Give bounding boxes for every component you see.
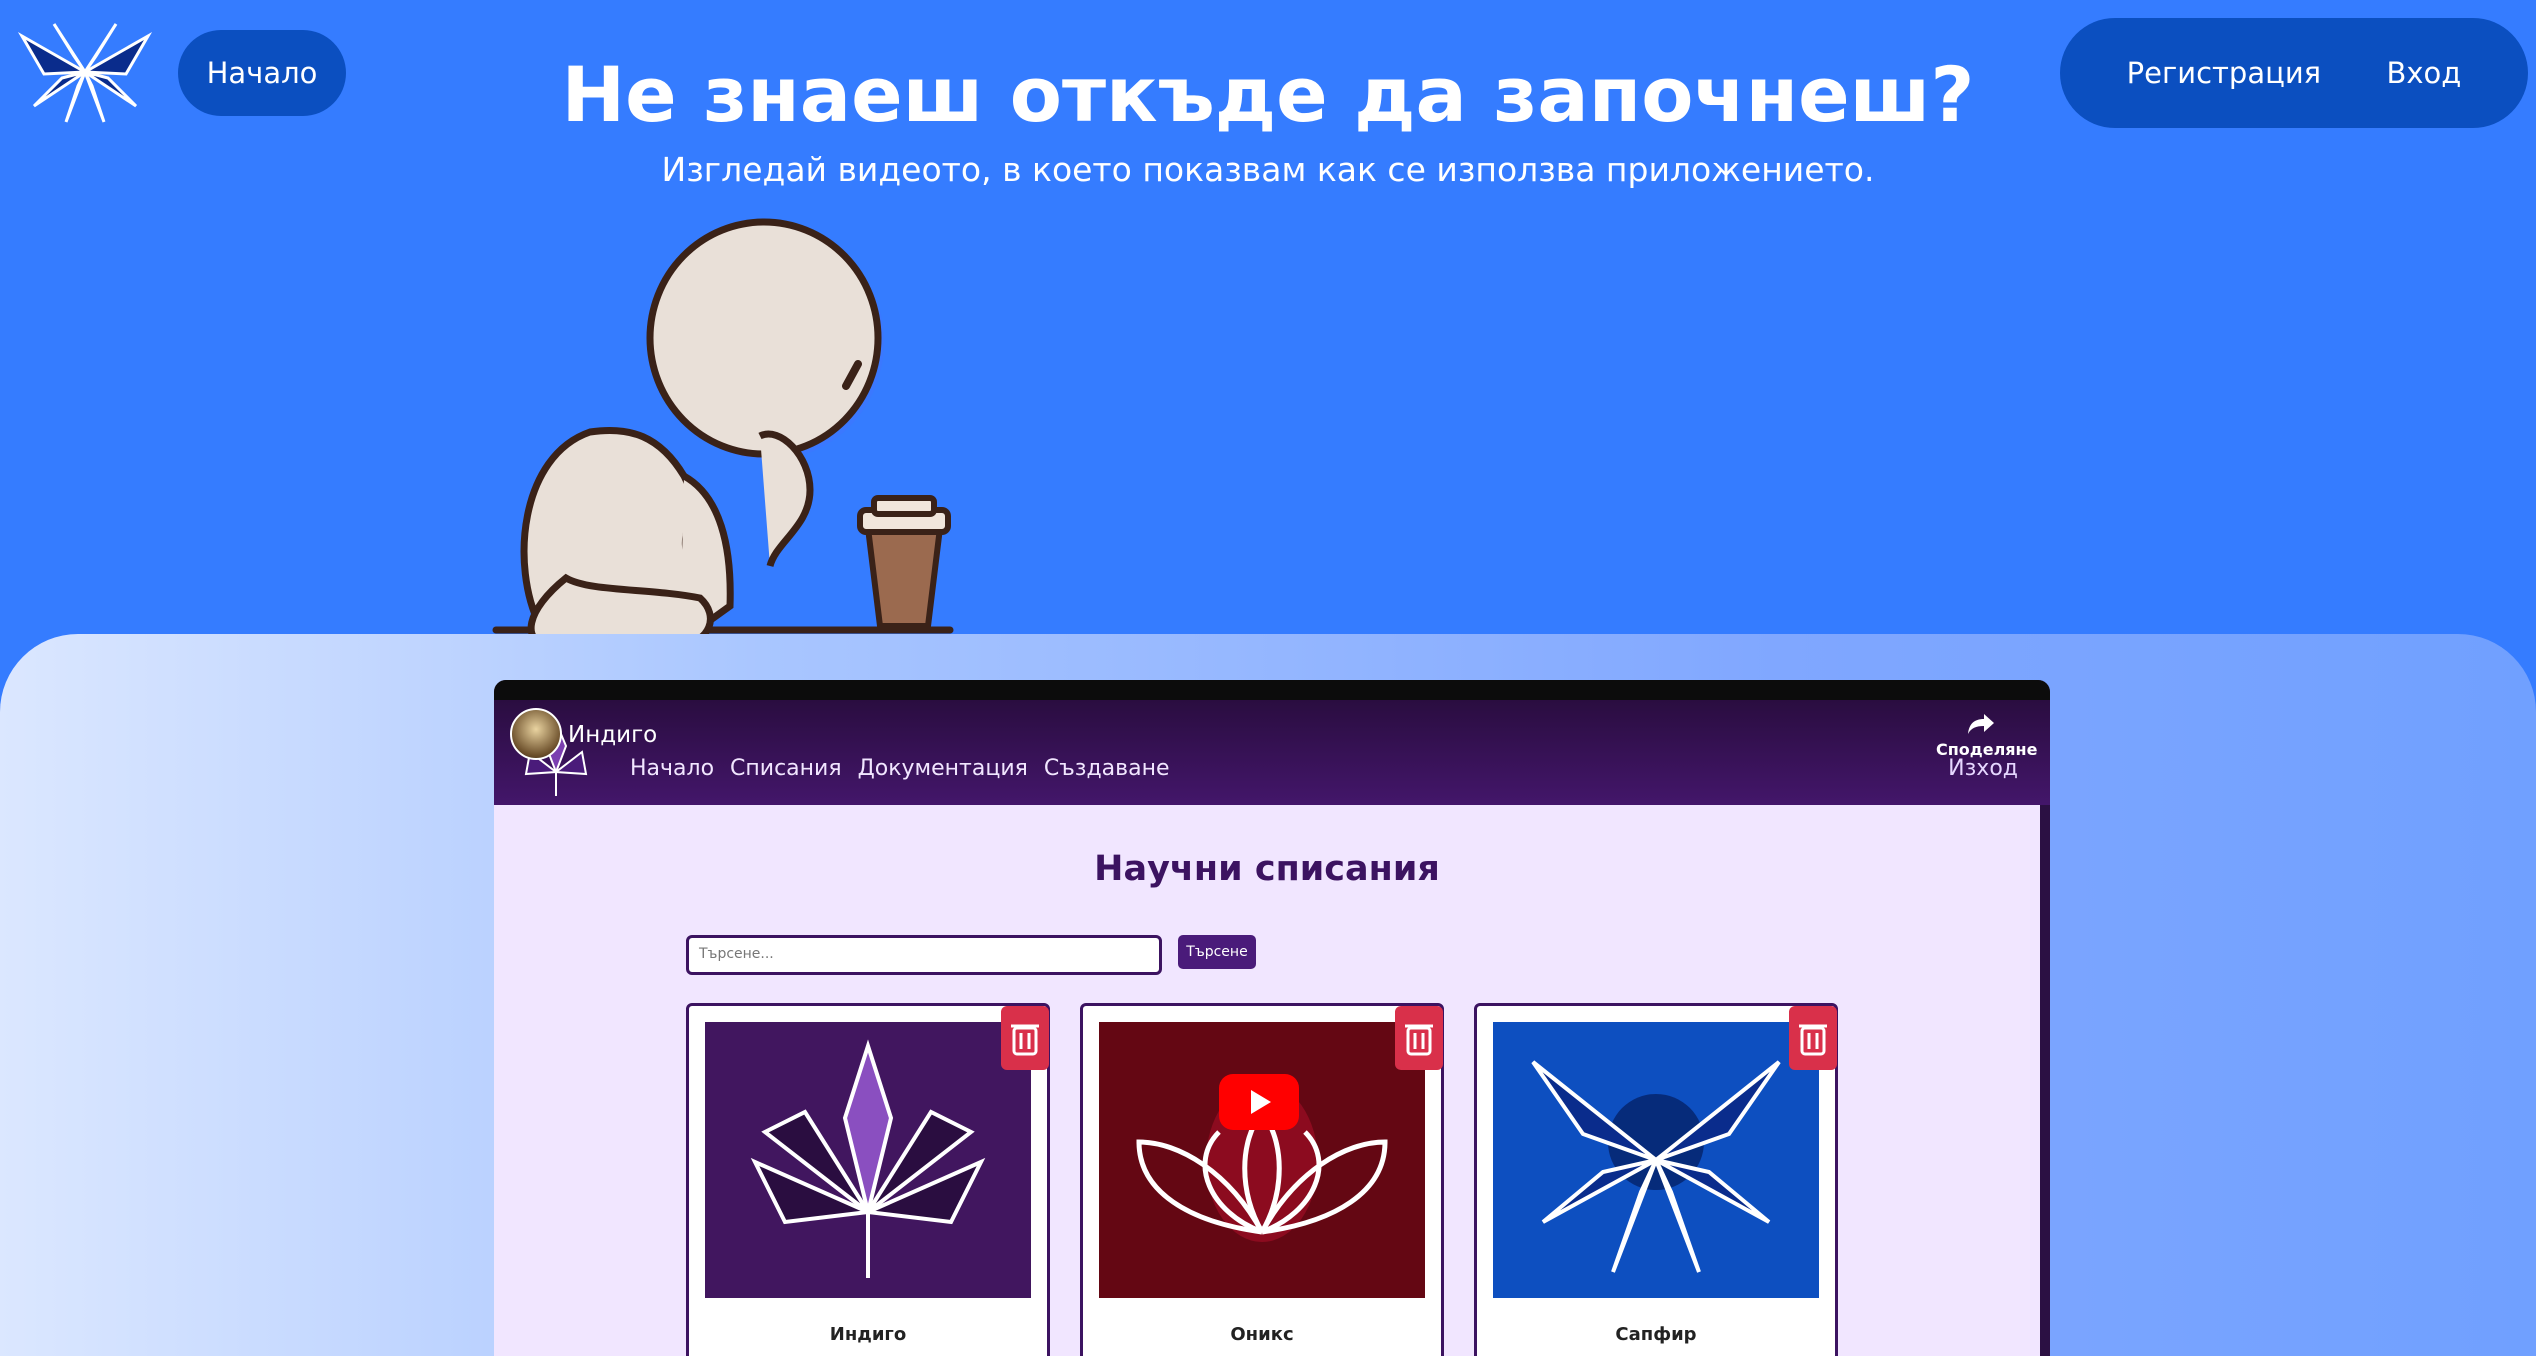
channel-avatar[interactable] (510, 708, 562, 760)
delete-icon (1001, 1006, 1049, 1070)
delete-icon (1395, 1006, 1443, 1070)
journal-card-name: Сапфир (1615, 1324, 1697, 1345)
app-page-heading: Научни списания (1094, 849, 1440, 889)
video-nav-create: Създаване (1043, 756, 1170, 781)
delete-icon (1789, 1006, 1837, 1070)
video-app-content: Научни списания Търсене... Търсене Индиг… (494, 805, 2040, 1356)
journal-card: Сапфир (1474, 1003, 1838, 1356)
app-search-button: Търсене (1178, 935, 1256, 969)
video-play-icon[interactable] (1219, 1074, 1299, 1130)
hero-title: Не знаеш откъде да започнеш? (561, 50, 1975, 139)
journal-card: Оникс (1080, 1003, 1444, 1356)
video-nav-docs: Документация (857, 756, 1028, 781)
sapphire-star-image (1493, 1022, 1819, 1298)
journal-card-name: Оникс (1230, 1324, 1294, 1345)
video-app-navbar: Индиго Начало Списания Документация Създ… (494, 700, 2050, 805)
onyx-lotus-image (1099, 1022, 1425, 1298)
video-channel-title[interactable]: Индиго (568, 722, 657, 748)
thinking-character-illustration (492, 218, 954, 650)
indigo-lotus-image (705, 1022, 1031, 1298)
share-button[interactable]: Споделяне (1936, 712, 2037, 759)
hero-subtitle: Изгледай видеото, в което показвам как с… (661, 150, 1875, 189)
app-search-input: Търсене... (686, 935, 1162, 975)
video-app-nav-links: Начало Списания Документация Създаване (630, 756, 1170, 781)
video-nav-journals: Списания (730, 756, 842, 781)
video-nav-exit: Изход (1948, 756, 2018, 781)
video-top-bar (494, 680, 2050, 700)
share-arrow-icon (1968, 714, 1994, 734)
journal-card-name: Индиго (829, 1324, 907, 1345)
video-nav-home: Начало (630, 756, 715, 781)
embedded-video-player[interactable]: Индиго Начало Списания Документация Създ… (494, 680, 2050, 1356)
journal-card: Индиго (686, 1003, 1050, 1356)
